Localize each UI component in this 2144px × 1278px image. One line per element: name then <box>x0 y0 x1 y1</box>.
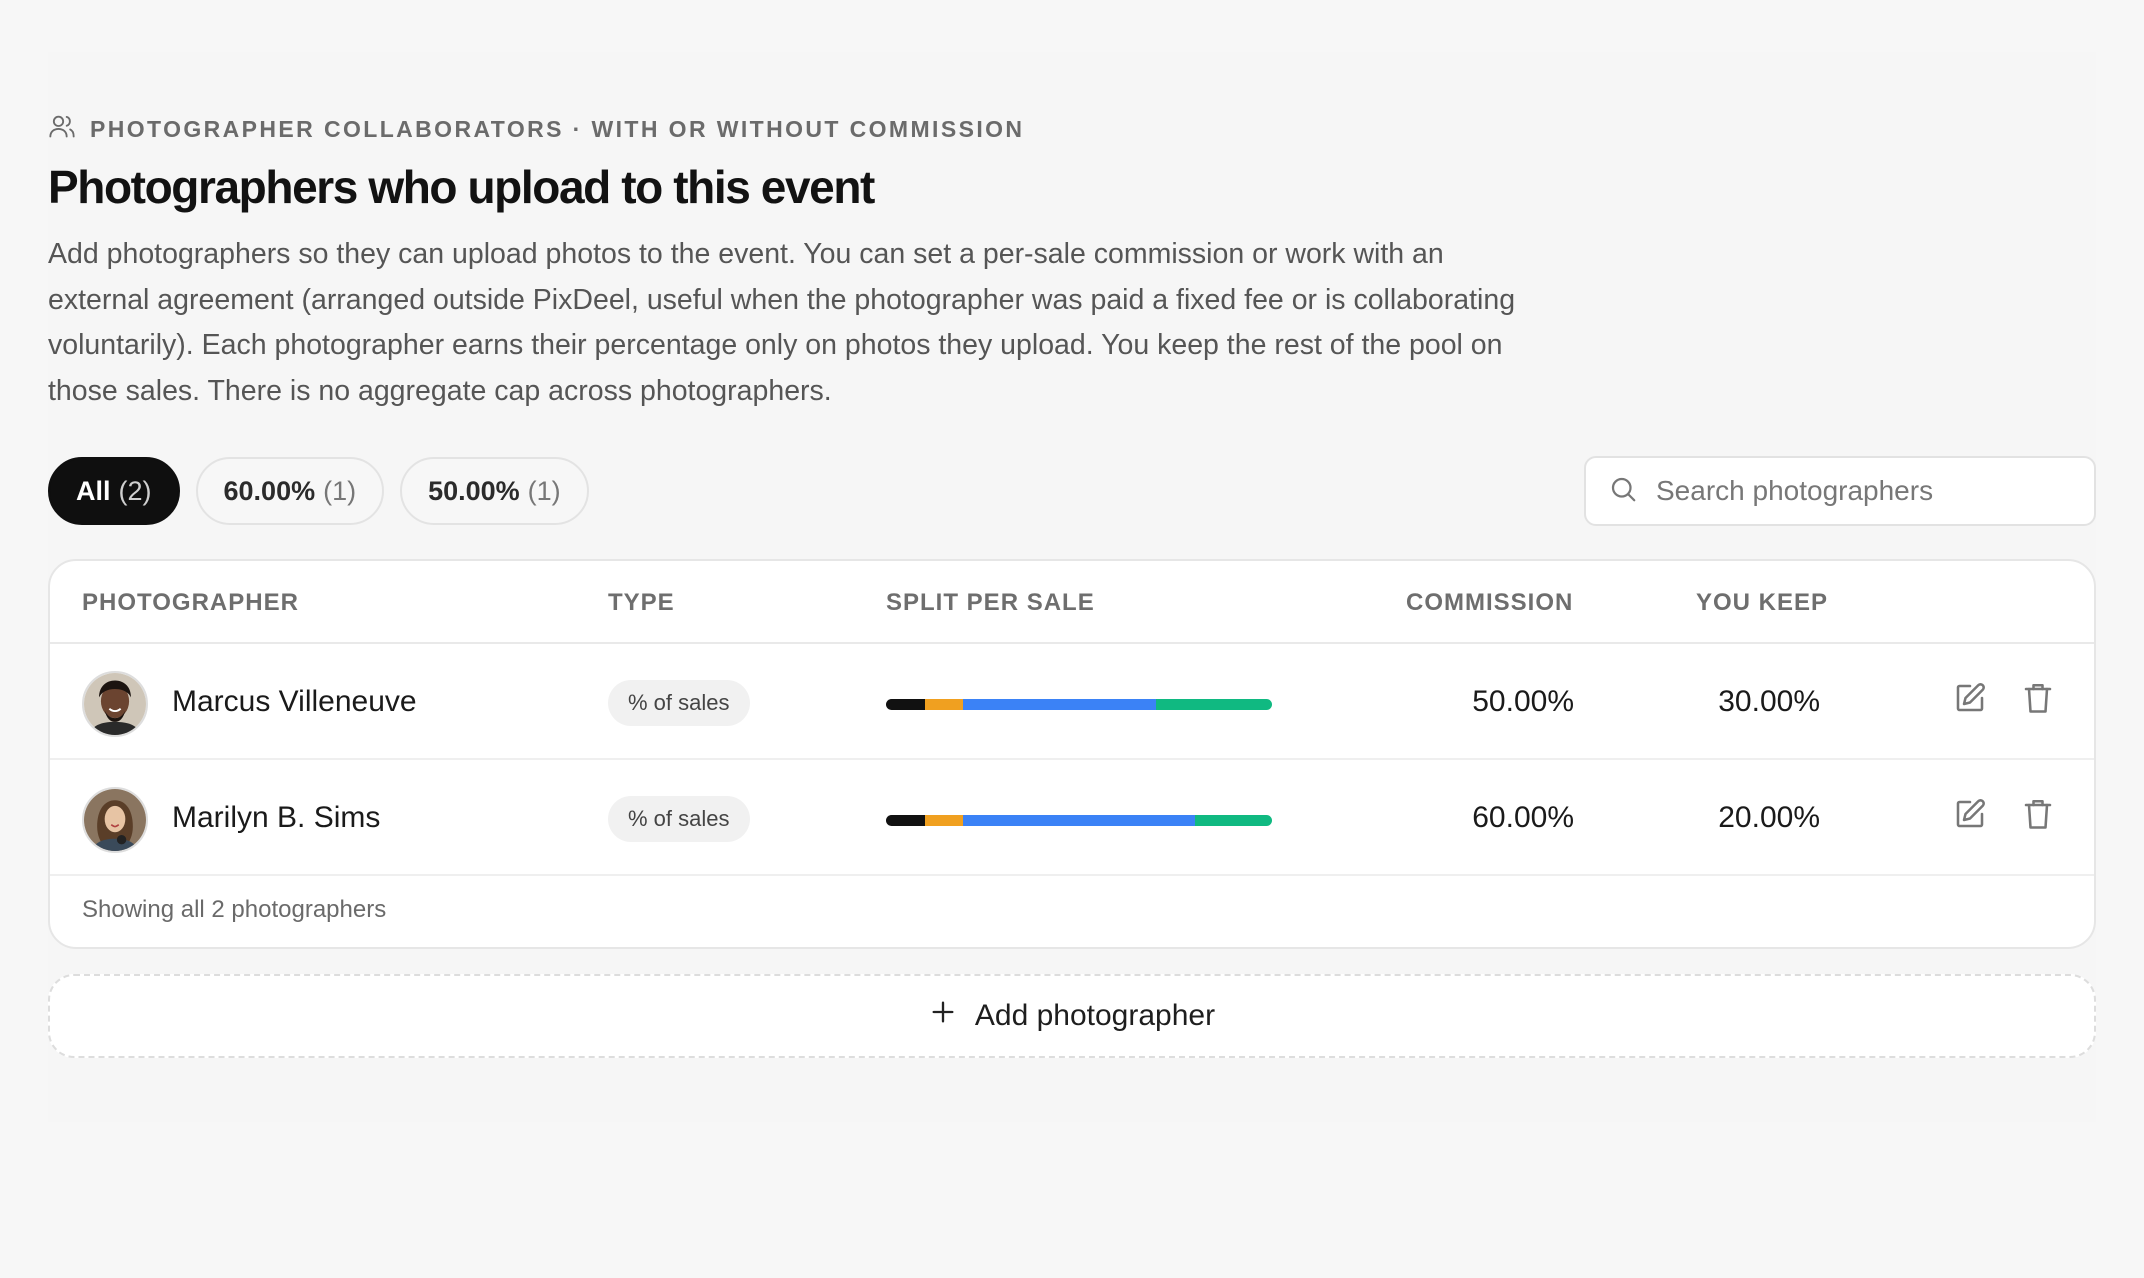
split-segment-photographer-base <box>886 699 925 710</box>
edit-icon[interactable] <box>1952 680 1988 716</box>
search-input[interactable] <box>1656 475 2076 507</box>
photographers-table: PHOTOGRAPHER TYPE SPLIT PER SALE COMMISS… <box>48 559 2096 949</box>
header-you-keep: YOU KEEP <box>1696 589 1829 616</box>
table-row: Marcus Villeneuve % of sales 50.00% 30.0… <box>50 644 2094 760</box>
photographer-name: Marcus Villeneuve <box>172 685 417 718</box>
section-eyebrow: PHOTOGRAPHER COLLABORATORS · WITH OR WIT… <box>48 112 1024 146</box>
type-badge: % of sales <box>608 680 750 726</box>
split-bar <box>886 815 1272 826</box>
chip-label: 50.00% <box>428 475 520 506</box>
trash-icon[interactable] <box>2020 796 2056 832</box>
you-keep-value: 20.00% <box>1718 801 1820 834</box>
avatar <box>82 671 148 737</box>
split-bar <box>886 699 1272 710</box>
split-segment-photographer-base <box>886 815 925 826</box>
avatar <box>82 787 148 853</box>
header-split: SPLIT PER SALE <box>886 589 1095 616</box>
page-title: Photographers who upload to this event <box>48 161 875 213</box>
header-commission: COMMISSION <box>1406 589 1574 616</box>
plus-icon <box>929 998 957 1034</box>
split-segment-fee <box>924 699 964 710</box>
chip-count: (1) <box>527 475 561 506</box>
section-description: Add photographers so they can upload pho… <box>48 238 1516 407</box>
edit-icon[interactable] <box>1952 796 1988 832</box>
split-segment-commission <box>963 699 1157 710</box>
filter-chip-50[interactable]: 50.00% (1) <box>400 457 589 525</box>
you-keep-value: 30.00% <box>1718 685 1820 718</box>
chip-label: All <box>76 475 111 506</box>
table-header: PHOTOGRAPHER TYPE SPLIT PER SALE COMMISS… <box>50 561 2094 644</box>
search-box <box>1584 456 2096 526</box>
search-icon <box>1608 474 1638 509</box>
header-photographer: PHOTOGRAPHER <box>82 589 299 616</box>
split-segment-fee <box>924 815 964 826</box>
table-row: Marilyn B. Sims % of sales 60.00% 20.00% <box>50 760 2094 876</box>
type-badge: % of sales <box>608 796 750 842</box>
chip-count: (1) <box>323 475 357 506</box>
chip-count: (2) <box>118 475 152 506</box>
commission-value: 50.00% <box>1472 685 1574 718</box>
eyebrow-text: PHOTOGRAPHER COLLABORATORS · WITH OR WIT… <box>90 115 1025 142</box>
add-photographer-button[interactable]: Add photographer <box>48 974 2096 1058</box>
filter-chip-all[interactable]: All (2) <box>48 457 180 525</box>
table-footer: Showing all 2 photographers <box>82 896 387 923</box>
users-icon <box>48 112 76 146</box>
trash-icon[interactable] <box>2020 680 2056 716</box>
commission-value: 60.00% <box>1472 801 1574 834</box>
filter-chip-60[interactable]: 60.00% (1) <box>195 457 385 525</box>
chip-label: 60.00% <box>223 475 316 506</box>
add-photographer-label: Add photographer <box>974 999 1216 1032</box>
split-segment-you-keep <box>1156 699 1272 710</box>
filter-chips: All (2) 60.00% (1) 50.00% (1) <box>48 457 589 525</box>
header-type: TYPE <box>608 589 675 616</box>
photographer-name: Marilyn B. Sims <box>172 801 381 834</box>
split-segment-commission <box>963 815 1195 826</box>
split-segment-you-keep <box>1194 815 1272 826</box>
